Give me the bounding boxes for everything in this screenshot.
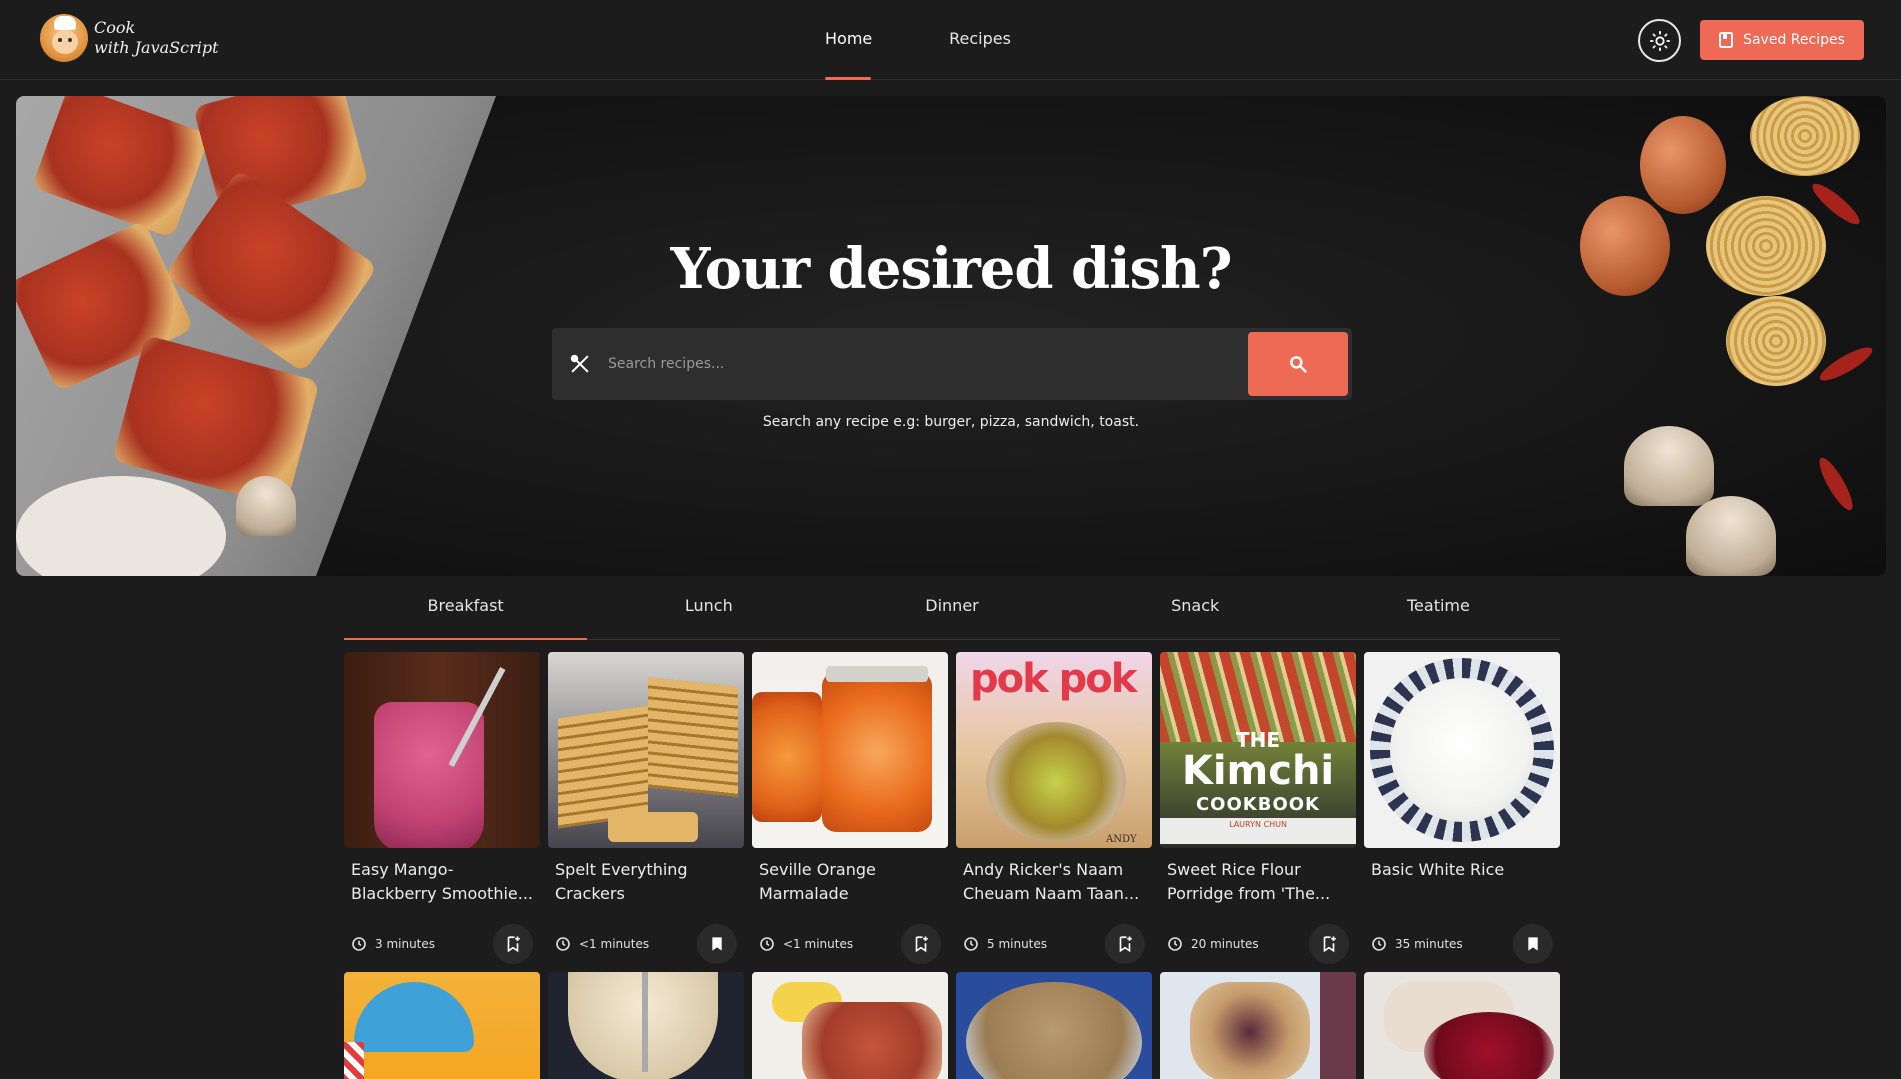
cover-cookbook: COOKBOOK: [1195, 794, 1321, 815]
sun-icon: [1649, 30, 1670, 51]
search-button[interactable]: [1248, 332, 1348, 396]
nav-home[interactable]: Home: [825, 0, 872, 80]
clock-icon: [964, 937, 978, 951]
bookmark-add-icon: [1119, 936, 1132, 953]
recipe-time: 35 minutes: [1395, 937, 1463, 951]
recipe-image[interactable]: pok pok ANDY: [956, 652, 1152, 848]
recipe-card[interactable]: [1160, 972, 1356, 1079]
nav-recipes[interactable]: Recipes: [949, 0, 1011, 80]
bookmark-add-icon: [1323, 936, 1336, 953]
recipe-image[interactable]: [344, 652, 540, 848]
recipe-time: <1 minutes: [579, 937, 650, 951]
saved-recipe-button[interactable]: [1513, 924, 1553, 964]
utensils-icon: [552, 353, 608, 375]
recipe-card[interactable]: THE Kimchi COOKBOOK LAURYN CHUN Sweet Ri…: [1160, 652, 1356, 964]
recipe-title[interactable]: Seville Orange Marmalade: [759, 858, 941, 906]
cover-kimchi: Kimchi: [1181, 748, 1335, 794]
tab-teatime[interactable]: Teatime: [1317, 584, 1560, 639]
save-recipe-button[interactable]: [1309, 924, 1349, 964]
search-input[interactable]: [608, 328, 1248, 400]
cover-pokpok: pok pok: [970, 656, 1137, 702]
recipe-time: <1 minutes: [783, 937, 854, 951]
save-recipe-button[interactable]: [493, 924, 533, 964]
saved-recipes-label: Saved Recipes: [1743, 32, 1845, 48]
ingredients-background-image: [1506, 96, 1886, 576]
recipe-title[interactable]: Spelt Everything Crackers: [555, 858, 737, 906]
clock-icon: [760, 937, 774, 951]
save-recipe-button[interactable]: [1105, 924, 1145, 964]
recipe-card[interactable]: Basic White Rice 35 minutes: [1364, 652, 1560, 964]
meal-tabs: Breakfast Lunch Dinner Snack Teatime: [344, 584, 1560, 640]
clock-icon: [1372, 937, 1386, 951]
recipe-title[interactable]: Basic White Rice: [1371, 858, 1553, 906]
search-icon: [1290, 356, 1307, 373]
pizza-background-image: [16, 96, 496, 576]
recipe-card[interactable]: Easy Mango-Blackberry Smoothie... 3 minu…: [344, 652, 540, 964]
recipe-image[interactable]: THE Kimchi COOKBOOK LAURYN CHUN: [1160, 652, 1356, 848]
recipe-title[interactable]: Sweet Rice Flour Porridge from 'The...: [1167, 858, 1349, 906]
logo-text: Cook with JavaScript: [94, 18, 219, 58]
tab-dinner[interactable]: Dinner: [830, 584, 1073, 639]
recipe-image[interactable]: [548, 972, 744, 1079]
recipe-image[interactable]: [1160, 972, 1356, 1079]
recipe-time: 5 minutes: [987, 937, 1048, 951]
save-recipe-button[interactable]: [901, 924, 941, 964]
saved-recipes-button[interactable]: Saved Recipes: [1700, 20, 1864, 60]
recipe-card[interactable]: [1364, 972, 1560, 1079]
recipe-title[interactable]: Andy Ricker's Naam Cheuam Naam Taan...: [963, 858, 1145, 906]
tab-snack[interactable]: Snack: [1074, 584, 1317, 639]
logo[interactable]: Cook with JavaScript: [40, 14, 219, 62]
bookmark-add-icon: [507, 936, 520, 953]
bookmark-filled-icon: [712, 937, 722, 951]
recipe-image[interactable]: [956, 972, 1152, 1079]
recipe-card[interactable]: [548, 972, 744, 1079]
recipe-card[interactable]: Spelt Everything Crackers <1 minutes: [548, 652, 744, 964]
recipe-time: 3 minutes: [375, 937, 436, 951]
bookmark-filled-icon: [1528, 937, 1538, 951]
recipe-card[interactable]: [752, 972, 948, 1079]
search-bar: [552, 328, 1352, 400]
bookmark-add-icon: [915, 936, 928, 953]
hero-banner: Your desired dish? Search any recipe e.g…: [16, 96, 1886, 576]
recipe-card[interactable]: pok pok ANDY Andy Ricker's Naam Cheuam N…: [956, 652, 1152, 964]
recipe-time: 20 minutes: [1191, 937, 1259, 951]
search-hint: Search any recipe e.g: burger, pizza, sa…: [762, 414, 1140, 430]
book-icon: [1719, 32, 1734, 48]
recipe-card[interactable]: [344, 972, 540, 1079]
clock-icon: [352, 937, 366, 951]
hero-title: Your desired dish?: [670, 236, 1232, 302]
recipe-image[interactable]: [1364, 652, 1560, 848]
recipe-image[interactable]: [548, 652, 744, 848]
recipe-image[interactable]: [1364, 972, 1560, 1079]
logo-line-2: with JavaScript: [94, 38, 219, 57]
chef-avatar-icon: [40, 14, 88, 62]
recipe-image[interactable]: [752, 652, 948, 848]
recipe-title[interactable]: Easy Mango-Blackberry Smoothie...: [351, 858, 533, 906]
clock-icon: [1168, 937, 1182, 951]
top-header: Cook with JavaScript Home Recipes Saved …: [0, 0, 1901, 80]
logo-line-1: Cook: [94, 18, 136, 37]
cover-author: LAURYN CHUN: [1229, 820, 1287, 829]
recipe-card[interactable]: Seville Orange Marmalade <1 minutes: [752, 652, 948, 964]
cover-author: ANDY: [1106, 834, 1137, 845]
recipe-image[interactable]: [752, 972, 948, 1079]
tab-lunch[interactable]: Lunch: [587, 584, 830, 639]
theme-toggle-button[interactable]: [1638, 19, 1681, 62]
recipe-image[interactable]: [344, 972, 540, 1079]
recipe-card[interactable]: [956, 972, 1152, 1079]
clock-icon: [556, 937, 570, 951]
tab-breakfast[interactable]: Breakfast: [344, 584, 588, 640]
saved-recipe-button[interactable]: [697, 924, 737, 964]
